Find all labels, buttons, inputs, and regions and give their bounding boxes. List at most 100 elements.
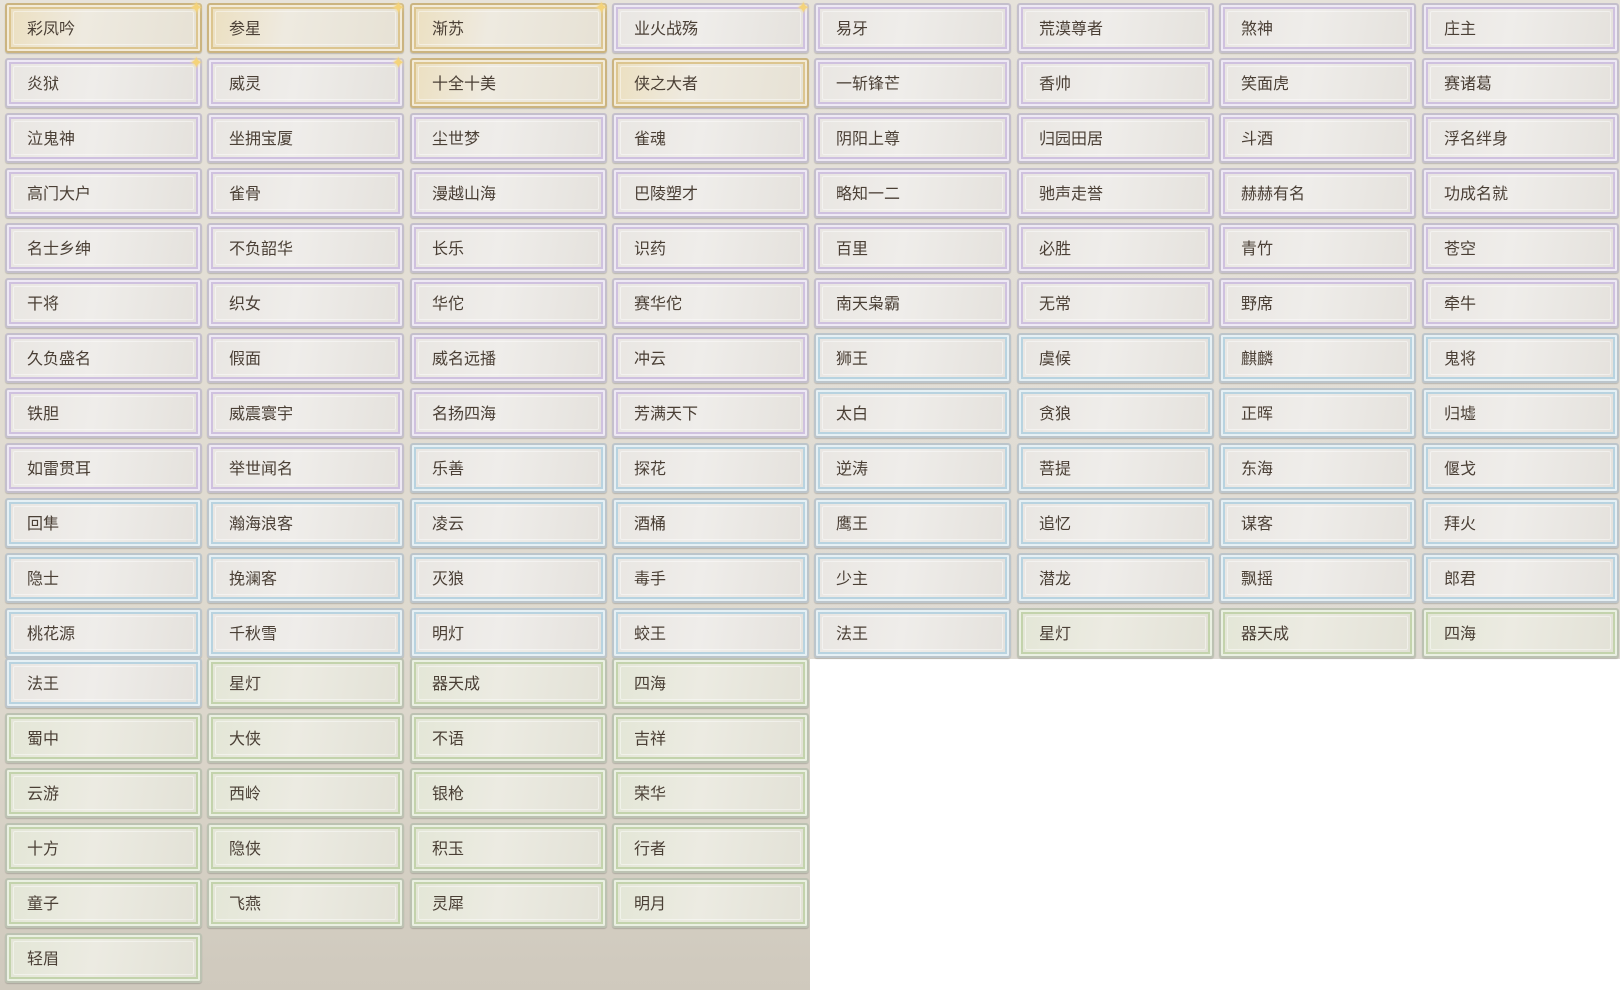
title-item[interactable]: 威震寰宇 — [207, 388, 404, 438]
title-item[interactable]: 酒桶 — [612, 498, 809, 548]
title-item[interactable]: 赫赫有名 — [1219, 168, 1416, 218]
title-item[interactable]: 灵犀 — [410, 878, 607, 928]
title-item[interactable]: 郎君 — [1422, 553, 1619, 603]
title-item[interactable]: 举世闻名 — [207, 443, 404, 493]
title-item[interactable]: 铁胆 — [5, 388, 202, 438]
title-item[interactable]: 银枪 — [410, 768, 607, 818]
title-item[interactable]: 贪狼 — [1017, 388, 1214, 438]
title-item[interactable]: 侠之大者 — [612, 58, 809, 108]
title-item[interactable]: 雀骨 — [207, 168, 404, 218]
title-item[interactable]: 器天成 — [410, 658, 607, 708]
title-item[interactable]: 威灵 ✦ — [207, 55, 405, 108]
title-item[interactable]: 一斩锋芒 — [814, 58, 1011, 108]
title-item[interactable]: 少主 — [814, 553, 1011, 603]
title-item[interactable]: 灭狼 — [410, 553, 607, 603]
title-item[interactable]: 西岭 — [207, 768, 404, 818]
title-item[interactable]: 鹰王 — [814, 498, 1011, 548]
title-item[interactable]: 乐善 — [410, 443, 607, 493]
title-item[interactable]: 法王 — [5, 658, 202, 708]
title-item[interactable]: 器天成 — [1219, 608, 1416, 658]
title-item[interactable]: 明月 — [612, 878, 809, 928]
title-item[interactable]: 参星 ✦ — [207, 0, 405, 53]
title-item[interactable]: 牵牛 — [1422, 278, 1619, 328]
title-item[interactable]: 菩提 — [1017, 443, 1214, 493]
title-item[interactable]: 四海 — [1422, 608, 1619, 658]
title-item[interactable]: 吉祥 — [612, 713, 809, 763]
title-item[interactable]: 假面 — [207, 333, 404, 383]
title-item[interactable]: 童子 — [5, 878, 202, 928]
title-item[interactable]: 明灯 — [410, 608, 607, 658]
title-item[interactable]: 回隼 — [5, 498, 202, 548]
title-item[interactable]: 蛟王 — [612, 608, 809, 658]
title-item[interactable]: 狮王 — [814, 333, 1011, 383]
title-item[interactable]: 炎狱 ✦ — [5, 55, 203, 108]
title-item[interactable]: 野席 — [1219, 278, 1416, 328]
title-item[interactable]: 煞神 — [1219, 3, 1416, 53]
title-item[interactable]: 千秋雪 — [207, 608, 404, 658]
title-item[interactable]: 赛华佗 — [612, 278, 809, 328]
title-item[interactable]: 桃花源 — [5, 608, 202, 658]
title-item[interactable]: 高门大户 — [5, 168, 202, 218]
title-item[interactable]: 如雷贯耳 — [5, 443, 202, 493]
title-item[interactable]: 星灯 — [1017, 608, 1214, 658]
title-item[interactable]: 麒麟 — [1219, 333, 1416, 383]
title-item[interactable]: 不语 — [410, 713, 607, 763]
title-item[interactable]: 笑面虎 — [1219, 58, 1416, 108]
title-item[interactable]: 行者 — [612, 823, 809, 873]
title-item[interactable]: 功成名就 — [1422, 168, 1619, 218]
title-item[interactable]: 十方 — [5, 823, 202, 873]
title-item[interactable]: 偃戈 — [1422, 443, 1619, 493]
title-item[interactable]: 干将 — [5, 278, 202, 328]
title-item[interactable]: 名扬四海 — [410, 388, 607, 438]
title-item[interactable]: 云游 — [5, 768, 202, 818]
title-item[interactable]: 赛诸葛 — [1422, 58, 1619, 108]
title-item[interactable]: 归墟 — [1422, 388, 1619, 438]
title-item[interactable]: 凌云 — [410, 498, 607, 548]
title-item[interactable]: 星灯 — [207, 658, 404, 708]
title-item[interactable]: 渐苏 ✦ — [410, 0, 608, 53]
title-item[interactable]: 浮名绊身 — [1422, 113, 1619, 163]
title-item[interactable]: 隐士 — [5, 553, 202, 603]
title-item[interactable]: 大侠 — [207, 713, 404, 763]
title-item[interactable]: 荣华 — [612, 768, 809, 818]
title-item[interactable]: 东海 — [1219, 443, 1416, 493]
title-item[interactable]: 芳满天下 — [612, 388, 809, 438]
title-item[interactable]: 略知一二 — [814, 168, 1011, 218]
title-item[interactable]: 鬼将 — [1422, 333, 1619, 383]
title-item[interactable]: 飞燕 — [207, 878, 404, 928]
title-item[interactable]: 泣鬼神 — [5, 113, 202, 163]
title-item[interactable]: 冲云 — [612, 333, 809, 383]
title-item[interactable]: 谋客 — [1219, 498, 1416, 548]
title-item[interactable]: 必胜 — [1017, 223, 1214, 273]
title-item[interactable]: 雀魂 — [612, 113, 809, 163]
title-item[interactable]: 名士乡绅 — [5, 223, 202, 273]
title-item[interactable]: 隐侠 — [207, 823, 404, 873]
title-item[interactable]: 法王 — [814, 608, 1011, 658]
title-item[interactable]: 阴阳上尊 — [814, 113, 1011, 163]
title-item[interactable]: 易牙 — [814, 3, 1011, 53]
title-item[interactable]: 彩凤吟 ✦ — [5, 0, 203, 53]
title-item[interactable]: 华佗 — [410, 278, 607, 328]
title-item[interactable]: 追忆 — [1017, 498, 1214, 548]
title-item[interactable]: 四海 — [612, 658, 809, 708]
title-item[interactable]: 南天枭霸 — [814, 278, 1011, 328]
title-item[interactable]: 拜火 — [1422, 498, 1619, 548]
title-item[interactable]: 逆涛 — [814, 443, 1011, 493]
title-item[interactable]: 不负韶华 — [207, 223, 404, 273]
title-item[interactable]: 太白 — [814, 388, 1011, 438]
title-item[interactable]: 香帅 — [1017, 58, 1214, 108]
title-item[interactable]: 织女 — [207, 278, 404, 328]
title-item[interactable]: 业火战殇 ✦ — [612, 0, 810, 53]
title-item[interactable]: 识药 — [612, 223, 809, 273]
title-item[interactable]: 漫越山海 — [410, 168, 607, 218]
title-item[interactable]: 积玉 — [410, 823, 607, 873]
title-item[interactable]: 青竹 — [1219, 223, 1416, 273]
title-item[interactable]: 荒漠尊者 — [1017, 3, 1214, 53]
title-item[interactable]: 归园田居 — [1017, 113, 1214, 163]
title-item[interactable]: 巴陵塑才 — [612, 168, 809, 218]
title-item[interactable]: 苍空 — [1422, 223, 1619, 273]
title-item[interactable]: 尘世梦 — [410, 113, 607, 163]
title-item[interactable]: 虞候 — [1017, 333, 1214, 383]
title-item[interactable]: 坐拥宝厦 — [207, 113, 404, 163]
title-item[interactable]: 久负盛名 — [5, 333, 202, 383]
